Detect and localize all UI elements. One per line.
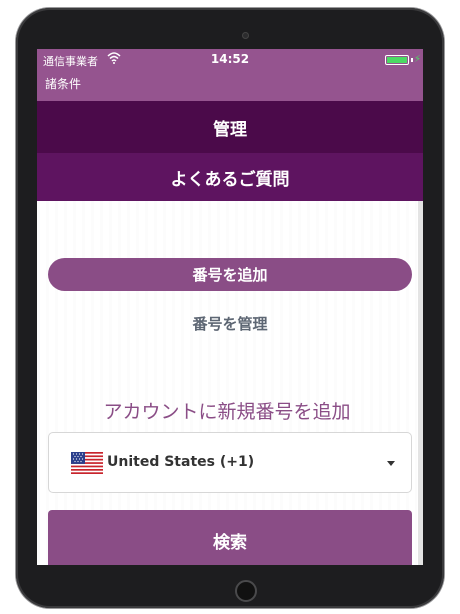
tab-manage-numbers[interactable]: 番号を管理 [48, 307, 412, 340]
country-select[interactable]: United States (+1) [48, 432, 412, 493]
scrollbar[interactable] [418, 201, 423, 565]
status-bar: 通信事業者 14:52 ⚡ [37, 49, 423, 71]
status-time: 14:52 [210, 52, 250, 66]
battery-icon [385, 55, 409, 65]
back-link-terms[interactable]: 諸条件 [45, 75, 81, 92]
chevron-down-icon [387, 461, 395, 466]
battery-fill [387, 57, 407, 63]
tab-add-number[interactable]: 番号を追加 [48, 258, 412, 291]
home-button[interactable] [235, 580, 257, 602]
search-button[interactable]: 検索 [48, 510, 412, 565]
battery-cap [411, 58, 413, 62]
main-content: 番号を追加 番号を管理 アカウントに新規番号を追加 United States … [37, 201, 417, 565]
menu-item-faq[interactable]: よくあるご質問 [37, 153, 423, 201]
page-title: アカウントに新規番号を追加 [103, 401, 351, 423]
us-flag-icon [71, 452, 103, 474]
navigation-bar: 諸条件 [37, 71, 423, 101]
screen: 通信事業者 14:52 ⚡ 諸条件 管理 よくあるご質問 番号を追加 番号を管理… [37, 49, 423, 565]
country-select-value: United States (+1) [107, 454, 255, 470]
charging-icon: ⚡ [413, 54, 421, 65]
menu-item-manage[interactable]: 管理 [37, 101, 423, 153]
camera [242, 32, 249, 39]
